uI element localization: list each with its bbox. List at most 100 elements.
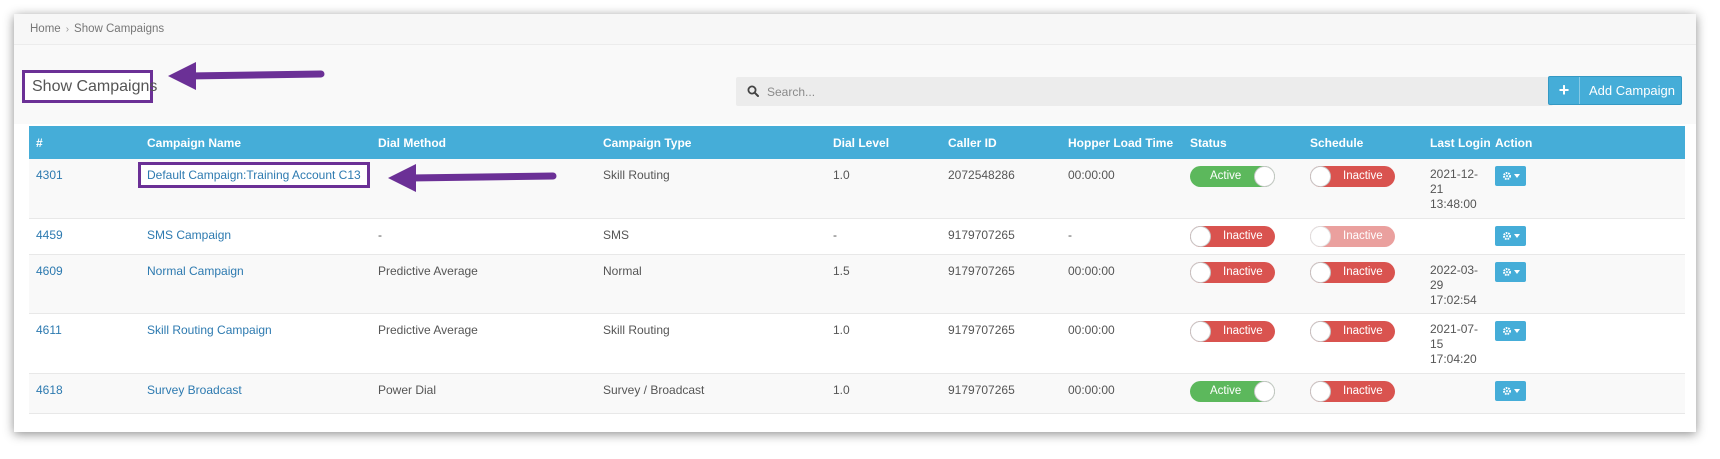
campaign-id-link[interactable]: 4301	[36, 168, 63, 182]
caret-down-icon	[1513, 388, 1520, 393]
action-dropdown-button[interactable]	[1495, 166, 1526, 186]
action-dropdown-button[interactable]	[1495, 225, 1526, 246]
action-dropdown-button[interactable]	[1495, 380, 1526, 401]
caller-id-cell: 2072548286	[941, 159, 1061, 219]
dial-method-cell: Power Dial	[371, 373, 596, 414]
caret-down-icon	[1513, 174, 1520, 178]
column-header-campaign-type[interactable]: Campaign Type	[596, 126, 826, 159]
dial-level-cell: 1.0	[826, 373, 941, 414]
caller-id-cell: 9179707265	[941, 313, 1061, 374]
schedule-toggle-label: Inactive	[1343, 324, 1383, 337]
campaign-name-link[interactable]: Skill Routing Campaign	[147, 323, 272, 337]
search-input[interactable]	[767, 77, 1537, 106]
dial-method-cell: Predictive Average	[371, 254, 596, 314]
column-header-caller-id[interactable]: Caller ID	[941, 126, 1061, 159]
dial-level-cell: 1.0	[826, 159, 941, 219]
column-header-hopper-load-time[interactable]: Hopper Load Time	[1061, 126, 1183, 159]
plus-icon: +	[1549, 77, 1580, 104]
schedule-toggle: Inactive	[1310, 225, 1395, 247]
table-header-row: # Campaign Name Dial Method Campaign Typ…	[29, 126, 1685, 159]
status-toggle[interactable]: Active	[1190, 380, 1275, 402]
status-toggle[interactable]: Inactive	[1190, 320, 1275, 342]
table-row: 4618 Survey Broadcast Power Dial Survey …	[29, 373, 1685, 414]
campaign-name-link[interactable]: Default Campaign:Training Account C13	[138, 162, 370, 188]
status-toggle-label: Inactive	[1223, 265, 1263, 278]
column-header-last-login[interactable]: Last Login	[1423, 126, 1491, 159]
column-header-dial-level[interactable]: Dial Level	[826, 126, 941, 159]
search-box[interactable]	[736, 77, 1553, 106]
dial-level-cell: 1.5	[826, 254, 941, 314]
toggle-knob	[1310, 320, 1331, 342]
caret-down-icon	[1513, 269, 1520, 274]
column-header-action: Action	[1495, 135, 1533, 150]
last-login-cell: 2022-03- 29 17:02:54	[1423, 254, 1488, 314]
caller-id-cell: 9179707265	[941, 254, 1061, 314]
campaign-id-link[interactable]: 4618	[36, 383, 63, 397]
table-row: 4609 Normal Campaign Predictive Average …	[29, 254, 1685, 314]
schedule-toggle[interactable]: Inactive	[1310, 380, 1395, 402]
status-toggle[interactable]: Active	[1190, 166, 1275, 187]
status-toggle-label: Active	[1210, 384, 1242, 397]
campaign-id-link[interactable]: 4609	[36, 264, 63, 278]
schedule-toggle-label: Inactive	[1343, 229, 1383, 242]
gear-icon	[1502, 267, 1511, 276]
table-row: 4301 Default Campaign:Training Account C…	[29, 159, 1685, 219]
status-toggle[interactable]: Inactive	[1190, 261, 1275, 283]
breadcrumb-current: Show Campaigns	[74, 23, 165, 35]
add-campaign-button[interactable]: + Add Campaign	[1548, 76, 1682, 105]
campaign-name-link[interactable]: SMS Campaign	[147, 228, 231, 242]
campaign-type-cell: Normal	[596, 254, 826, 314]
action-dropdown-button[interactable]	[1495, 320, 1526, 341]
caret-down-icon	[1513, 233, 1520, 238]
toggle-knob	[1310, 166, 1331, 187]
schedule-toggle[interactable]: Inactive	[1310, 261, 1395, 283]
campaign-type-cell: Skill Routing	[596, 159, 826, 219]
toggle-knob	[1190, 225, 1211, 247]
gear-icon	[1502, 231, 1511, 240]
column-header-status[interactable]: Status	[1183, 126, 1303, 159]
schedule-toggle[interactable]: Inactive	[1310, 320, 1395, 342]
page-title: Show Campaigns	[22, 70, 157, 103]
last-login-cell: 2021-07- 15 17:04:20	[1423, 313, 1488, 374]
campaign-name-link[interactable]: Survey Broadcast	[147, 383, 242, 397]
search-icon	[747, 85, 759, 100]
column-header-campaign-name[interactable]: Campaign Name	[140, 126, 371, 159]
toggle-knob	[1190, 261, 1211, 283]
last-login-cell	[1423, 218, 1488, 255]
table-row: 4611 Skill Routing Campaign Predictive A…	[29, 313, 1685, 374]
last-login-cell	[1423, 373, 1488, 414]
campaign-name-link[interactable]: Normal Campaign	[147, 264, 244, 278]
app-window: Home › Show Campaigns Show Campaigns + A…	[14, 14, 1696, 432]
column-header-id[interactable]: #	[29, 126, 140, 159]
toggle-knob	[1190, 320, 1211, 342]
column-header-schedule[interactable]: Schedule	[1303, 126, 1423, 159]
breadcrumb-home[interactable]: Home	[30, 23, 61, 35]
toggle-knob	[1310, 380, 1331, 402]
column-header-dial-method[interactable]: Dial Method	[371, 126, 596, 159]
campaigns-table-container: # Campaign Name Dial Method Campaign Typ…	[29, 126, 1685, 414]
action-dropdown-button[interactable]	[1495, 261, 1526, 282]
campaign-id-link[interactable]: 4459	[36, 228, 63, 242]
schedule-toggle-label: Inactive	[1343, 265, 1383, 278]
table-row: 4459 SMS Campaign - SMS - 9179707265 - I…	[29, 218, 1685, 255]
hopper-load-time-cell: 00:00:00	[1061, 313, 1183, 374]
add-campaign-label: Add Campaign	[1589, 83, 1675, 98]
schedule-toggle-label: Inactive	[1343, 170, 1383, 182]
caret-down-icon	[1513, 328, 1520, 333]
last-login-cell: 2021-12- 21 13:48:00	[1423, 159, 1488, 219]
toggle-knob	[1310, 225, 1331, 247]
campaigns-table: # Campaign Name Dial Method Campaign Typ…	[29, 126, 1685, 414]
gear-icon	[1502, 172, 1511, 180]
caller-id-cell: 9179707265	[941, 373, 1061, 414]
toggle-knob	[1254, 380, 1275, 402]
dial-level-cell: -	[826, 218, 941, 255]
toggle-knob	[1310, 261, 1331, 283]
campaign-id-link[interactable]: 4611	[36, 323, 62, 337]
status-toggle[interactable]: Inactive	[1190, 225, 1275, 247]
dial-method-cell	[371, 159, 596, 219]
dial-method-cell: Predictive Average	[371, 313, 596, 374]
hopper-load-time-cell: -	[1061, 218, 1183, 255]
gear-icon	[1502, 326, 1511, 335]
breadcrumb-separator: ›	[65, 23, 70, 35]
schedule-toggle[interactable]: Inactive	[1310, 166, 1395, 187]
